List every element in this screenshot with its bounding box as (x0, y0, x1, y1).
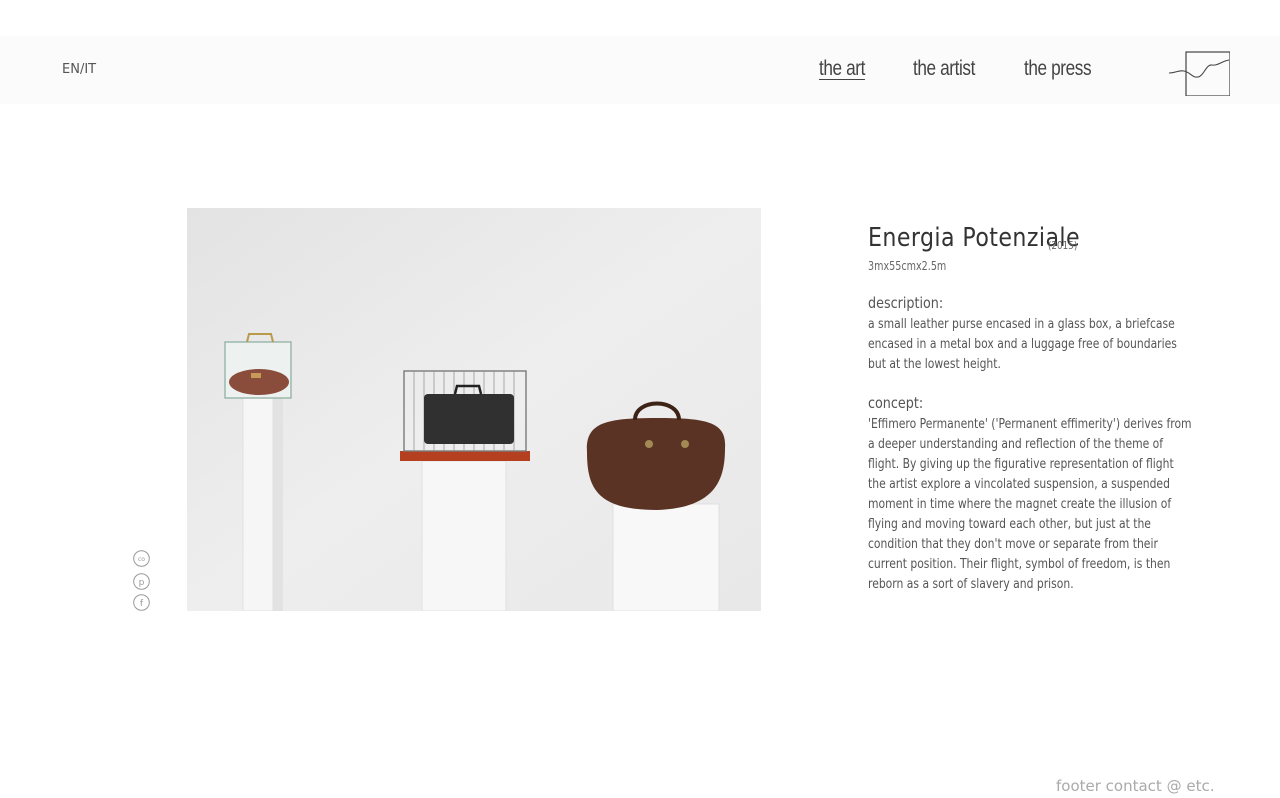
artwork-year: (2015) (1048, 239, 1078, 252)
nav-the-artist[interactable]: the artist (913, 57, 975, 81)
pinterest-icon[interactable]: p (133, 573, 150, 590)
title-row: Energia Potenziale (2015) (868, 223, 1198, 253)
contact-icon[interactable]: co (133, 550, 150, 567)
artwork-info: Energia Potenziale (2015) 3mx55cmx2.5m d… (868, 223, 1198, 592)
description-text: a small leather purse encased in a glass… (868, 317, 1177, 372)
contact-glyph: co (138, 556, 145, 563)
nav-the-art[interactable]: the art (819, 57, 865, 81)
language-switch[interactable]: EN/IT (62, 62, 96, 77)
footer-contact: footer contact @ etc. (1056, 777, 1215, 795)
header: EN/IT the art the artist the press (0, 36, 1280, 104)
artwork-image (187, 208, 761, 611)
logo-icon[interactable] (1168, 50, 1230, 96)
concept-text: 'Effimero Permanente' ('Permanent effime… (868, 417, 1192, 592)
concept-label: concept: (868, 394, 924, 412)
artwork-photo (187, 208, 761, 611)
facebook-glyph: f (140, 599, 144, 609)
description-label: description: (868, 294, 944, 312)
artwork-dimensions: 3mx55cmx2.5m (868, 259, 947, 273)
facebook-icon[interactable]: f (133, 594, 150, 611)
nav-the-press[interactable]: the press (1024, 57, 1092, 81)
pinterest-glyph: p (139, 578, 145, 588)
